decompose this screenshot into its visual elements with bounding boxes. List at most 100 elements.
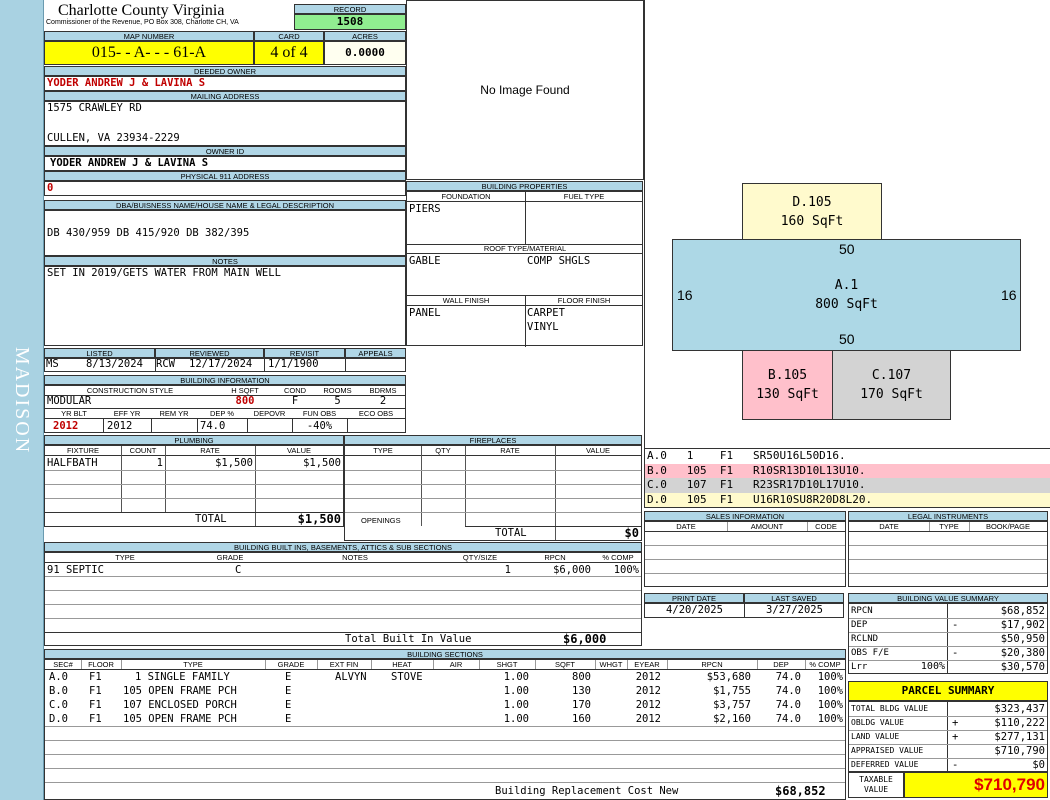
sections-col-comp: % COMP (809, 660, 841, 669)
vector-row-c: C.0 107 F1 R23SR17D10L17U10. (645, 478, 1050, 493)
deeded-owner-label: DEEDED OWNER (44, 66, 406, 76)
wall-label: WALL FINISH (442, 296, 490, 305)
taxable-label-box: TAXABLE VALUE (848, 772, 904, 798)
plumbing-col-rate: RATE (200, 446, 220, 455)
acres-label: ACRES (324, 31, 406, 41)
ps-deferred-label: DEFERRED VALUE (851, 760, 919, 769)
plumbing-table: FIXTURE COUNT RATE VALUE HALFBATH 1 $1,5… (44, 445, 344, 527)
section-b-eyear: 2012 (635, 685, 661, 697)
fireplaces-label: FIREPLACES (344, 435, 642, 445)
fireplaces-total: $0 (624, 526, 639, 540)
roof-material-value: COMP SHGLS (527, 255, 591, 267)
section-a-sqft: 800 (572, 671, 591, 683)
ps-total-bldg-label: TOTAL BLDG VALUE (851, 704, 929, 713)
notes-value: SET IN 2019/GETS WATER FROM MAIN WELL (47, 267, 281, 279)
sales-table: DATE AMOUNT CODE (644, 521, 846, 587)
builtins-table: TYPE GRADE NOTES QTY/SIZE RPCN % COMP 91… (44, 552, 642, 646)
listed-by: MS (46, 358, 59, 370)
dep-value: 74.0 (200, 420, 226, 432)
legal-table: DATE TYPE BOOK/PAGE (848, 521, 1048, 587)
plumbing-rate: $1,500 (215, 457, 253, 469)
notes-label: NOTES (44, 256, 406, 266)
style-label: CONSTRUCTION STYLE (86, 386, 174, 395)
sketch-area: D.105 160 SqFt A.1 800 SqFt 50 50 16 16 … (644, 0, 1050, 448)
fireplaces-total-label: TOTAL (495, 527, 527, 539)
section-b-comp: 100% (817, 685, 843, 697)
sales-col-code: CODE (815, 522, 837, 531)
sections-label: BUILDING SECTIONS (44, 649, 846, 659)
vector-row-a: A.0 1 F1 SR50U16L50D16. (645, 449, 1050, 464)
builtins-rpcn: $6,000 (553, 564, 591, 576)
physical-address-box: 0 (44, 181, 406, 196)
parcel-summary-label: PARCEL SUMMARY (848, 681, 1048, 701)
sections-col-rpcn: RPCN (701, 660, 723, 669)
ps-obldg-label: OBLDG VALUE (851, 718, 904, 727)
photo-box: No Image Found (406, 0, 644, 180)
plumbing-label: PLUMBING (44, 435, 344, 445)
effyr-label: EFF YR (113, 409, 141, 418)
section-c-type: 107 ENCLOSED PORCH (123, 699, 237, 711)
county-title: Charlotte County Virginia (58, 2, 225, 19)
dep-label: DEP % (209, 409, 235, 418)
sections-col-sec: SEC# (53, 660, 73, 669)
sketch-c-id: C.107 (871, 368, 912, 383)
acres-value: 0.0000 (324, 41, 406, 65)
builtins-label: BUILDING BUILT INS, BASEMENTS, ATTICS & … (44, 542, 642, 552)
building-props-label: BUILDING PROPERTIES (406, 181, 643, 191)
plumbing-fixture: HALFBATH (47, 457, 98, 469)
card-value: 4 of 4 (254, 41, 324, 65)
vector-row-d: D.0 105 F1 U16R10SU8R20D8L20. (645, 492, 1050, 507)
last-saved-date: 3/27/2025 (766, 604, 823, 616)
sketch-dim-top: 50 (839, 241, 855, 257)
sections-col-sqft: SQFT (555, 660, 575, 669)
vs-rpcn-label: RPCN (851, 606, 873, 616)
builtins-col-type: TYPE (115, 553, 135, 562)
section-b-dep: 74.0 (775, 685, 801, 697)
fireplaces-col-type: TYPE (373, 446, 393, 455)
mailing-address-box: 1575 CRAWLEY RD CULLEN, VA 23934-2229 (44, 101, 406, 146)
fireplaces-openings-label: OPENINGS (361, 516, 401, 525)
sections-col-whgt: WHGT (599, 660, 623, 669)
section-c-grade: E (285, 699, 292, 711)
notes-box: SET IN 2019/GETS WATER FROM MAIN WELL (44, 266, 406, 346)
foundation-value: PIERS (409, 203, 441, 215)
sketch-section-b: B.105 130 SqFt (742, 350, 833, 420)
plumbing-value: $1,500 (303, 457, 341, 469)
section-d-eyear: 2012 (635, 713, 661, 725)
section-d-rpcn: $2,160 (713, 713, 751, 725)
builtins-comp: 100% (613, 564, 639, 576)
sketch-d-id: D.105 (792, 194, 832, 210)
section-c-comp: 100% (817, 699, 843, 711)
section-c-floor: F1 (89, 699, 102, 711)
section-a-floor: F1 (89, 671, 102, 683)
section-b-sqft: 130 (572, 685, 591, 697)
legal-label: LEGAL INSTRUMENTS (848, 511, 1048, 521)
legal-col-date: DATE (879, 522, 899, 531)
vs-rclnd-value: $50,950 (1000, 633, 1045, 645)
builtins-col-qty: QTY/SIZE (462, 553, 498, 562)
plumbing-col-fixture: FIXTURE (66, 446, 100, 455)
plumbing-col-value: VALUE (286, 446, 312, 455)
sections-table: SEC# FLOOR TYPE GRADE EXT FIN HEAT AIR S… (44, 659, 846, 800)
remyr-label: REM YR (159, 409, 189, 418)
building-info-label: BUILDING INFORMATION (44, 375, 406, 385)
section-a-shgt: 1.00 (503, 671, 529, 683)
sales-col-date: DATE (676, 522, 696, 531)
revisit-label: REVISIT (264, 348, 345, 358)
foundation-label: FOUNDATION (441, 192, 491, 201)
builtins-grade: C (235, 564, 242, 576)
section-d-sqft: 160 (572, 713, 591, 725)
section-c-shgt: 1.00 (503, 699, 529, 711)
section-a-comp: 100% (817, 671, 843, 683)
yrblt-label: YR BLT (61, 409, 87, 418)
roof-label: ROOF TYPE/MATERIAL (483, 244, 567, 253)
plumbing-total: $1,500 (297, 512, 341, 526)
sections-col-grade: GRADE (277, 660, 305, 669)
cond-value: F (291, 395, 299, 407)
section-d-dep: 74.0 (775, 713, 801, 725)
sketch-dim-bottom: 50 (839, 331, 855, 347)
rooms-label: ROOMS (323, 386, 352, 395)
card-label: CARD (254, 31, 324, 41)
ps-appraised-value: $710,790 (994, 745, 1045, 757)
header: Charlotte County Virginia Commissioner o… (46, 2, 294, 32)
